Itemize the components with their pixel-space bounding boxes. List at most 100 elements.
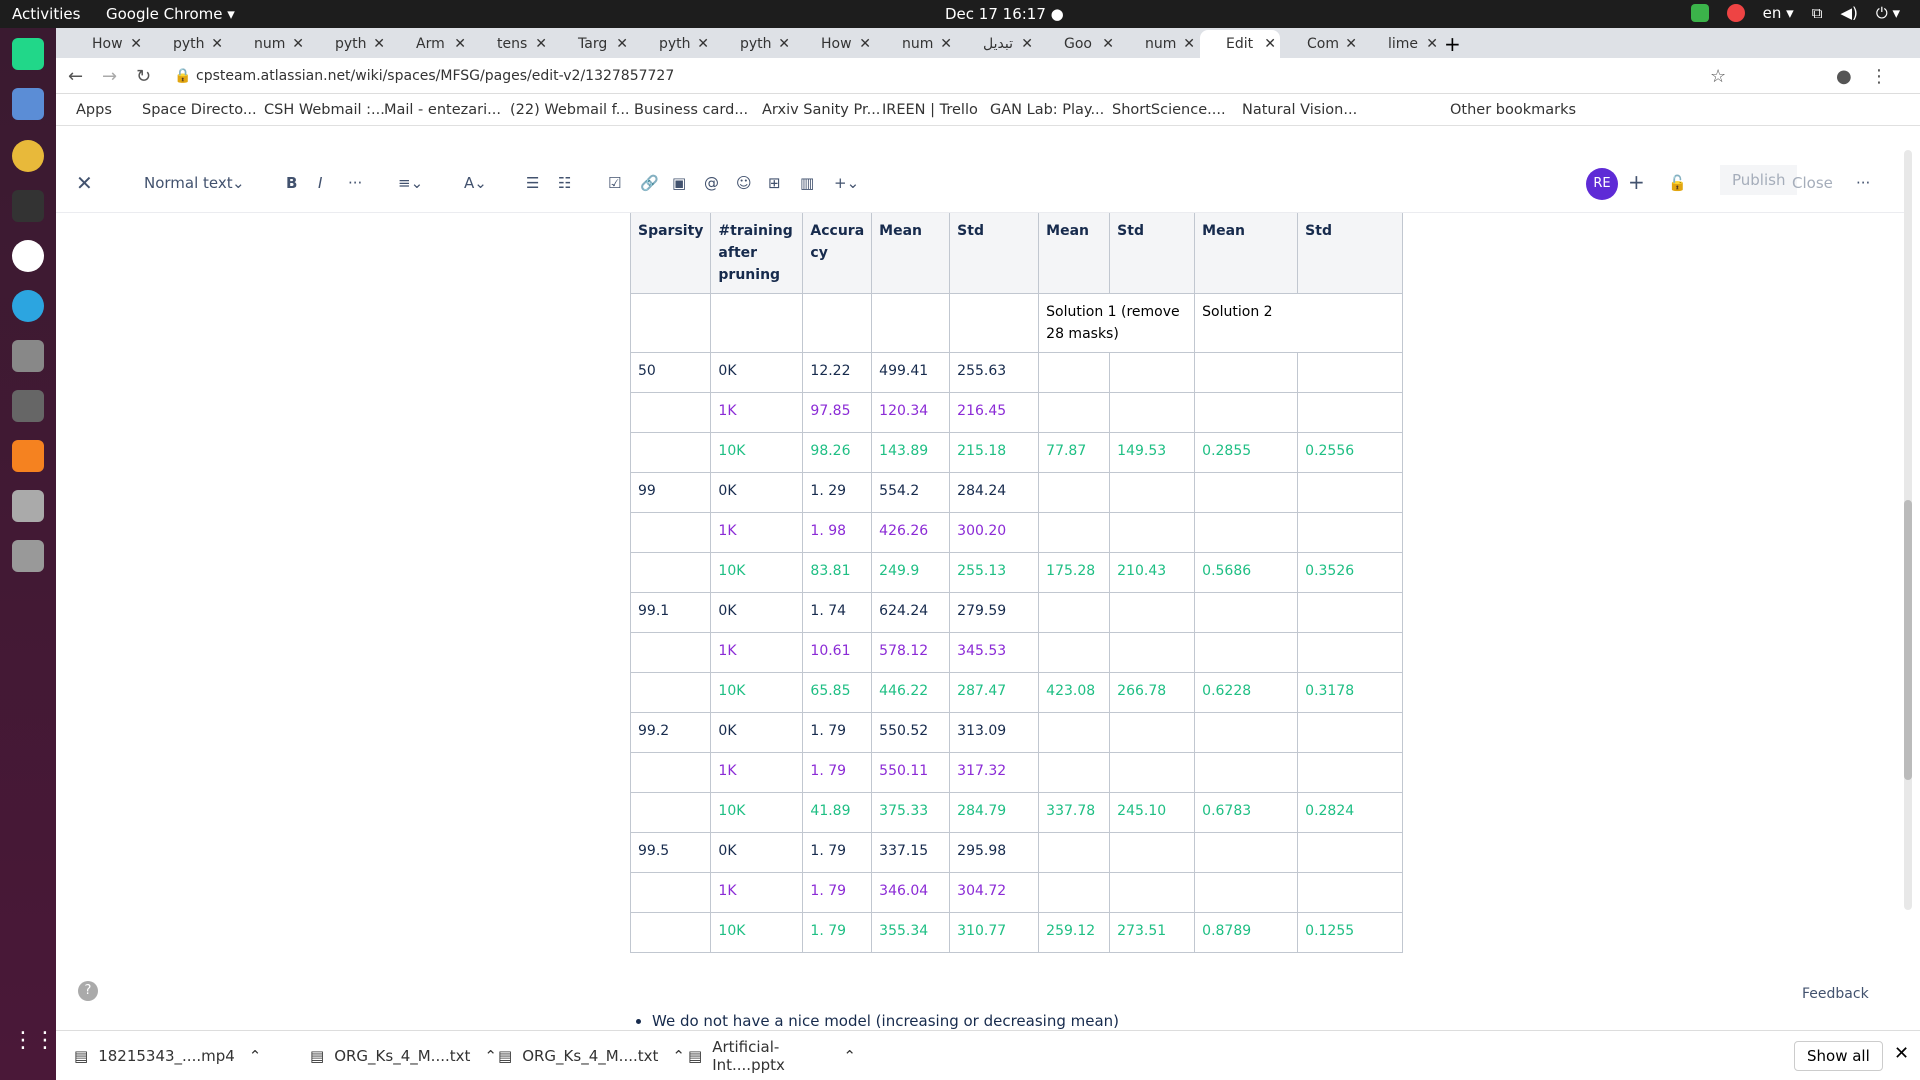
download-item[interactable]: ▤ Artificial-Int....pptx ⌃ [676, 1037, 856, 1075]
mention-icon[interactable]: @ [704, 174, 719, 192]
table-cell[interactable] [1038, 592, 1111, 633]
table-cell[interactable]: 249.9 [871, 552, 951, 593]
tab-close-icon[interactable]: ✕ [211, 36, 223, 52]
table-cell[interactable] [629, 552, 712, 593]
tab-close-icon[interactable]: ✕ [616, 36, 628, 52]
table-cell[interactable] [1109, 392, 1196, 433]
table-cell[interactable]: 0K [710, 832, 804, 873]
table-cell[interactable] [629, 512, 712, 553]
tab-close-icon[interactable]: ✕ [454, 36, 466, 52]
table-cell[interactable]: 337.15 [871, 832, 951, 873]
bookmark-item[interactable]: Apps [76, 102, 112, 118]
table-cell[interactable]: 65.85 [802, 672, 873, 713]
menu-icon[interactable]: ⋮ [1870, 66, 1888, 87]
bookmark-item[interactable]: Arxiv Sanity Pr... [762, 102, 880, 118]
url-field[interactable]: cpsteam.atlassian.net/wiki/spaces/MFSG/p… [196, 64, 674, 88]
table-cell[interactable]: 446.22 [871, 672, 951, 713]
editor-content[interactable]: Sparsity #training after pruning Accura cy… [56, 213, 1906, 1033]
table-cell[interactable] [1194, 392, 1299, 433]
table-cell[interactable] [629, 672, 712, 713]
chrome-icon[interactable] [12, 140, 44, 172]
table-cell[interactable] [1038, 352, 1111, 393]
table-cell[interactable]: 10K [710, 432, 804, 473]
table-cell[interactable]: 550.11 [871, 752, 951, 793]
table-cell[interactable] [1194, 872, 1299, 913]
table-cell[interactable]: 12.22 [802, 352, 873, 393]
browser-tab[interactable]: Com ✕ [1281, 30, 1361, 58]
solution1-cell[interactable]: Solution 1 (remove 28 masks) [1038, 293, 1196, 353]
search-app-icon[interactable] [12, 340, 44, 372]
table-cell[interactable] [629, 872, 712, 913]
browser-tab[interactable]: pyth ✕ [309, 30, 389, 58]
task-icon[interactable]: ☑ [608, 174, 621, 192]
table-cell[interactable]: 10.61 [802, 632, 873, 673]
bookmark-item[interactable]: IREEN | Trello [882, 102, 978, 118]
table-cell[interactable]: 1K [710, 872, 804, 913]
volume-icon[interactable]: ◀) [1840, 4, 1857, 22]
table-cell[interactable]: 0K [710, 592, 804, 633]
table-cell[interactable]: 0.6228 [1194, 672, 1299, 713]
header-cell[interactable]: Mean [871, 213, 951, 294]
table-cell[interactable]: 624.24 [871, 592, 951, 633]
table-cell[interactable]: 0.2556 [1297, 432, 1404, 473]
table-cell[interactable]: 0.5686 [1194, 552, 1299, 593]
close-icon[interactable]: ✕ [1894, 1043, 1909, 1064]
table-cell[interactable]: 279.59 [949, 592, 1040, 633]
browser-tab[interactable]: Arm ✕ [390, 30, 470, 58]
table-cell[interactable]: 10K [710, 912, 804, 953]
table-cell[interactable]: 83.81 [802, 552, 873, 593]
table-cell[interactable]: 0.2855 [1194, 432, 1299, 473]
table-cell[interactable]: 175.28 [1038, 552, 1111, 593]
table-cell[interactable] [1297, 472, 1404, 513]
chevron-up-icon[interactable]: ⌃ [843, 1047, 856, 1065]
browser-tab[interactable]: Goo ✕ [1038, 30, 1118, 58]
table-cell[interactable]: 310.77 [949, 912, 1040, 953]
table-cell[interactable]: 99.5 [629, 832, 712, 873]
table-cell[interactable] [1038, 472, 1111, 513]
solution2-cell[interactable]: Solution 2 [1194, 293, 1404, 353]
table-cell[interactable] [1038, 632, 1111, 673]
table-cell[interactable] [1297, 392, 1404, 433]
ssd-icon[interactable] [12, 540, 44, 572]
browser-tab[interactable]: pyth ✕ [714, 30, 794, 58]
tab-close-icon[interactable]: ✕ [1426, 36, 1438, 52]
table-icon[interactable]: ⊞ [768, 174, 781, 192]
back-icon[interactable]: ← [68, 66, 83, 87]
table-cell[interactable]: 245.10 [1109, 792, 1196, 833]
table-cell[interactable]: 97.85 [802, 392, 873, 433]
profile-avatar[interactable]: ● [1836, 66, 1852, 87]
confluence-logo-icon[interactable]: ✕ [76, 171, 93, 195]
bookmark-item[interactable]: Other bookmarks [1450, 102, 1576, 118]
bookmark-item[interactable]: ShortScience.... [1112, 102, 1226, 118]
table-cell[interactable]: 1. 98 [802, 512, 873, 553]
activities-button[interactable]: Activities [12, 5, 80, 23]
table-cell[interactable]: 423.08 [1038, 672, 1111, 713]
tab-close-icon[interactable]: ✕ [535, 36, 547, 52]
browser-tab[interactable]: num ✕ [228, 30, 308, 58]
table-cell[interactable]: 149.53 [1109, 432, 1196, 473]
table-cell[interactable] [1194, 752, 1299, 793]
table-cell[interactable] [949, 293, 1040, 353]
show-all-button[interactable]: Show all [1794, 1041, 1883, 1071]
system-tray[interactable]: en ▾ ⧉ ◀) ⏻ ▾ [1690, 4, 1900, 22]
table-cell[interactable]: 1. 74 [802, 592, 873, 633]
table-cell[interactable]: 346.04 [871, 872, 951, 913]
chrome-tray-icon[interactable] [1726, 4, 1745, 22]
telegram-icon[interactable] [12, 290, 44, 322]
table-cell[interactable] [1109, 592, 1196, 633]
more-actions-button[interactable]: ··· [1856, 174, 1870, 192]
tab-close-icon[interactable]: ✕ [292, 36, 304, 52]
table-cell[interactable]: 300.20 [949, 512, 1040, 553]
table-cell[interactable] [1297, 352, 1404, 393]
bookmark-item[interactable]: GAN Lab: Play... [990, 102, 1104, 118]
table-cell[interactable] [1038, 512, 1111, 553]
bookmark-item[interactable]: Business card... [634, 102, 748, 118]
table-cell[interactable] [1297, 592, 1404, 633]
pdf-editor-icon[interactable] [12, 440, 44, 472]
browser-tab[interactable]: Edit ✕ [1200, 30, 1280, 58]
header-cell[interactable]: Mean [1038, 213, 1111, 294]
table-cell[interactable] [1297, 872, 1404, 913]
chevron-up-icon[interactable]: ⌃ [249, 1047, 262, 1065]
feedback-link[interactable]: Feedback [1802, 986, 1869, 1002]
header-cell[interactable]: Std [949, 213, 1040, 294]
